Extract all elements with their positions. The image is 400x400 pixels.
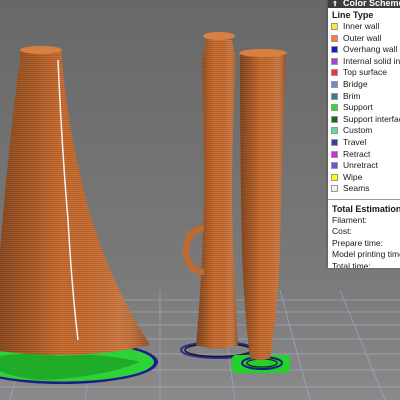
line-type-label: Brim [343, 90, 361, 101]
line-type-label: Bridge [343, 78, 368, 89]
line-type-title: Line Type [332, 10, 374, 20]
legend-divider [328, 198, 400, 200]
color-swatch-icon [331, 115, 338, 123]
color-swatch-icon [331, 162, 338, 170]
color-swatch-icon [331, 80, 338, 88]
line-type-label: Retract [343, 148, 371, 159]
color-swatch-icon [331, 23, 338, 30]
line-type-item[interactable]: Travel [331, 137, 400, 149]
collapse-arrows-icon[interactable]: ⇑ [332, 1, 340, 8]
line-type-label: Internal solid infill [343, 55, 400, 66]
line-type-label: Outer wall [343, 32, 382, 43]
line-type-label: Inner wall [343, 21, 380, 31]
color-swatch-icon [331, 127, 338, 135]
estimation-row: Prepare time: [332, 237, 384, 248]
color-swatch-icon [331, 173, 338, 181]
line-type-item[interactable]: Seams [331, 183, 400, 195]
estimation-row: Total time: [332, 260, 371, 268]
color-swatch-icon [331, 104, 338, 112]
line-type-item[interactable]: Retract [331, 149, 400, 161]
line-type-label: Custom [343, 125, 373, 136]
line-type-label: Unretract [343, 160, 378, 171]
estimation-row: Cost: [332, 226, 352, 237]
color-swatch-icon [331, 57, 338, 65]
color-scheme-header[interactable]: ⇑ Color Scheme [328, 0, 400, 8]
line-type-item[interactable]: Unretract [331, 160, 400, 172]
total-estimation-title: Total Estimation [332, 203, 400, 214]
color-swatch-icon [331, 92, 338, 100]
line-type-item[interactable]: Overhang wall [331, 44, 400, 56]
line-type-label: Top surface [343, 67, 387, 78]
line-type-item[interactable]: Support [331, 102, 400, 114]
line-type-item[interactable]: Brim [331, 91, 400, 103]
color-swatch-icon [331, 150, 338, 158]
color-scheme-panel: ⇑ Color Scheme Line Type Inner wall Outer … [328, 0, 400, 268]
line-type-item[interactable]: Internal solid infill [331, 56, 400, 68]
estimation-row: Filament: [332, 214, 367, 225]
line-type-label: Overhang wall [343, 44, 398, 55]
color-swatch-icon [331, 69, 338, 77]
line-type-label: Travel [343, 136, 367, 147]
line-type-label: Seams [343, 183, 370, 194]
line-type-item[interactable]: Inner wall [331, 21, 400, 33]
estimation-row: Model printing time: [332, 249, 400, 260]
line-type-item[interactable]: Support interface [331, 114, 400, 126]
color-scheme-title: Color Scheme [343, 0, 400, 8]
color-swatch-icon [331, 46, 338, 54]
line-type-item[interactable]: Top surface [331, 67, 400, 79]
line-type-list: Inner wall Outer wall Overhang wall Interna… [328, 21, 400, 195]
color-swatch-icon [331, 34, 338, 42]
line-type-item[interactable]: Wipe [331, 172, 400, 184]
line-type-item[interactable]: Outer wall [331, 33, 400, 45]
estimation-rows: Filament: Cost: Prepare time: Model printin… [328, 215, 400, 268]
color-swatch-icon [331, 138, 338, 146]
color-swatch-icon [331, 185, 338, 193]
line-type-label: Wipe [343, 171, 363, 182]
line-type-label: Support interface [343, 113, 400, 124]
line-type-item[interactable]: Custom [331, 125, 400, 137]
line-type-item[interactable]: Bridge [331, 79, 400, 91]
line-type-label: Support [343, 102, 373, 113]
